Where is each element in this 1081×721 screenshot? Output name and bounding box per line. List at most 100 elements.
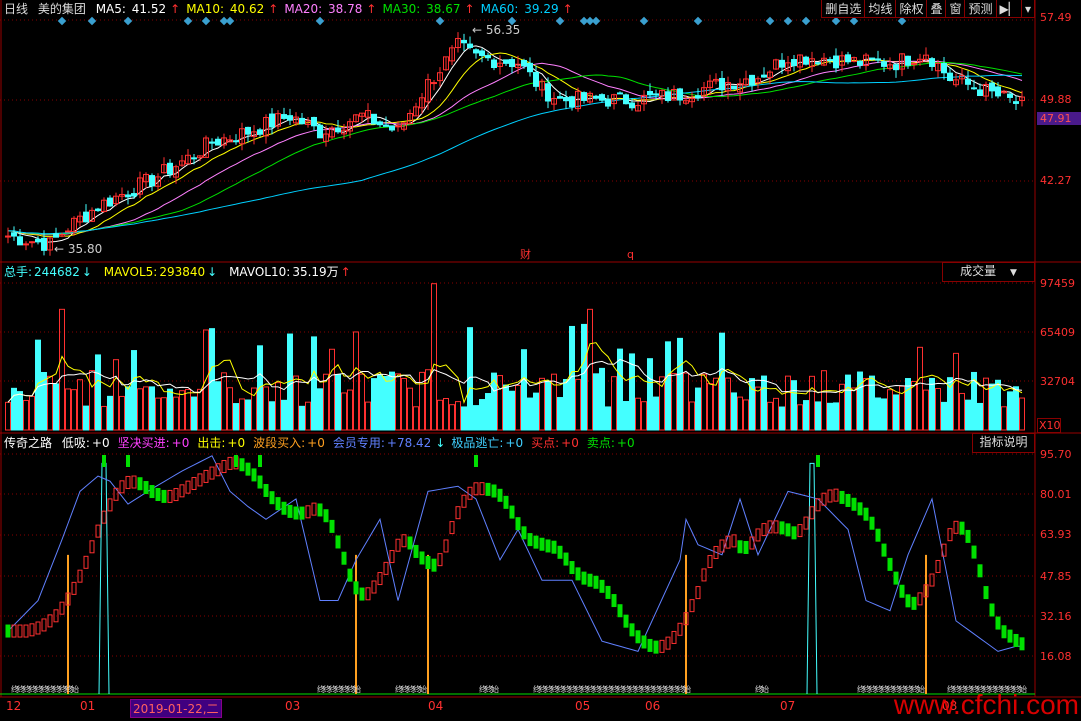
volume-bar [137, 388, 143, 431]
volume-bar [767, 401, 773, 431]
date-label[interactable]: 2019-01-22,二 [130, 699, 222, 718]
indicator-box [575, 567, 581, 581]
toolbar-button[interactable]: ▾ [1021, 0, 1035, 18]
indicator-box [149, 485, 155, 499]
volume-bar [473, 405, 479, 431]
volume-bar [881, 398, 887, 431]
candle-body [647, 90, 653, 96]
volume-bar [401, 377, 407, 431]
indicator-box [845, 493, 851, 507]
signal-diamond-icon [831, 16, 841, 26]
candle-body [845, 54, 851, 63]
candle-body [545, 83, 551, 102]
date-label: 06 [645, 699, 661, 713]
volume-selector[interactable]: 成交量 ▼ [942, 262, 1035, 282]
indicator-box [395, 538, 401, 552]
indicator-box [455, 506, 461, 520]
arrow-down-icon: ↓ [435, 436, 446, 450]
volume-bar [893, 394, 899, 431]
volume-bar [35, 339, 41, 431]
volume-bar [557, 397, 563, 431]
indicator-box [521, 526, 527, 540]
indicator-box [983, 586, 989, 600]
candle-body [905, 55, 911, 66]
candle-body [557, 96, 563, 99]
toolbar-button[interactable]: 均线 [865, 0, 897, 18]
volume-bar [527, 397, 533, 431]
volume-bar [515, 384, 521, 431]
candle-body [395, 125, 401, 128]
volume-bar [509, 390, 515, 431]
indicator-box [185, 480, 191, 494]
volume-bar [89, 370, 95, 431]
indicator-explain-button[interactable]: 指标说明 [972, 433, 1035, 453]
toolbar-button[interactable]: 叠 [927, 0, 947, 18]
volume-bar [701, 373, 707, 431]
candle-body [191, 157, 197, 160]
candle-body [371, 113, 377, 125]
indicator-box [203, 469, 209, 483]
volume-tick: 97459 [1040, 277, 1075, 290]
indicator-box [401, 534, 407, 548]
candle-body [521, 59, 527, 67]
volume-bar [143, 386, 149, 431]
bottom-mark: 始 [71, 684, 79, 694]
volume-bar [983, 377, 989, 431]
main-header: 日线 美的集团 MA5: 41.52 ↑ MA10: 40.62 ↑ MA20: 38.… [4, 1, 577, 17]
volume-bar [611, 376, 617, 431]
volume-bar [323, 373, 329, 431]
indicator-box [935, 559, 941, 573]
volume-bar [815, 401, 821, 431]
indicator-value: 出击: +0 [197, 436, 246, 450]
bottom-mark: 始 [419, 684, 427, 694]
arrow-up-icon: ↑ [170, 2, 181, 16]
period-label[interactable]: 日线 [4, 2, 28, 16]
volume-bar [371, 378, 377, 431]
indicator-tick: 63.93 [1040, 528, 1072, 541]
volume-bar [5, 401, 11, 431]
indicator-box [881, 543, 887, 557]
indicator-box [305, 505, 311, 519]
signal-diamond-icon [693, 16, 703, 26]
toolbar-button[interactable]: 窗 [946, 0, 966, 18]
date-label: 03 [285, 699, 301, 713]
indicator-box [503, 495, 509, 509]
toolbar-button[interactable]: 预测 [965, 0, 997, 18]
toolbar-button[interactable]: 删自选 [822, 0, 866, 18]
ma10-line [7, 52, 1023, 237]
signal-diamond-icon [591, 16, 601, 26]
volume-unit: X10 [1037, 418, 1061, 433]
toolbar-button[interactable]: 除权 [896, 0, 928, 18]
indicator-box [473, 482, 479, 496]
indicator-box [209, 466, 215, 480]
indicator-box [587, 573, 593, 587]
volume-bar [179, 390, 185, 431]
member-line [7, 455, 1022, 652]
indicator-value: 低吸: +0 [61, 436, 110, 450]
volume-bar [587, 308, 593, 431]
indicator-box [773, 520, 779, 534]
indicator-box [1007, 629, 1013, 643]
indicator-tick: 47.85 [1040, 570, 1072, 583]
indicator-box [491, 484, 497, 498]
indicator-box [839, 490, 845, 504]
volume-bar [191, 396, 197, 431]
stock-chart[interactable]: ← 56.35← 35.80 财 q终终终终终终终终终终始 终终终终终终始 终终终终始终… [0, 0, 1081, 717]
volume-bar [683, 372, 689, 431]
indicator-box [479, 482, 485, 496]
date-label: 01 [80, 699, 96, 713]
volume-bar [1001, 406, 1007, 431]
volume-bar [593, 373, 599, 431]
indicator-box [539, 537, 545, 551]
volume-bar [263, 386, 269, 431]
toolbar-button[interactable]: ▶▏ [996, 0, 1022, 18]
indicator-box [527, 533, 533, 547]
candle-body [875, 58, 881, 61]
ma20-line [7, 60, 1023, 236]
indicator-box [743, 541, 749, 555]
spike-line [98, 462, 110, 695]
toolbar: 删自选 均线 除权叠窗预测 ▶▏ ▾ [821, 0, 1035, 18]
volume-bar [965, 399, 971, 431]
bottom-mark: 始 [683, 684, 691, 694]
candle-body [941, 63, 947, 74]
